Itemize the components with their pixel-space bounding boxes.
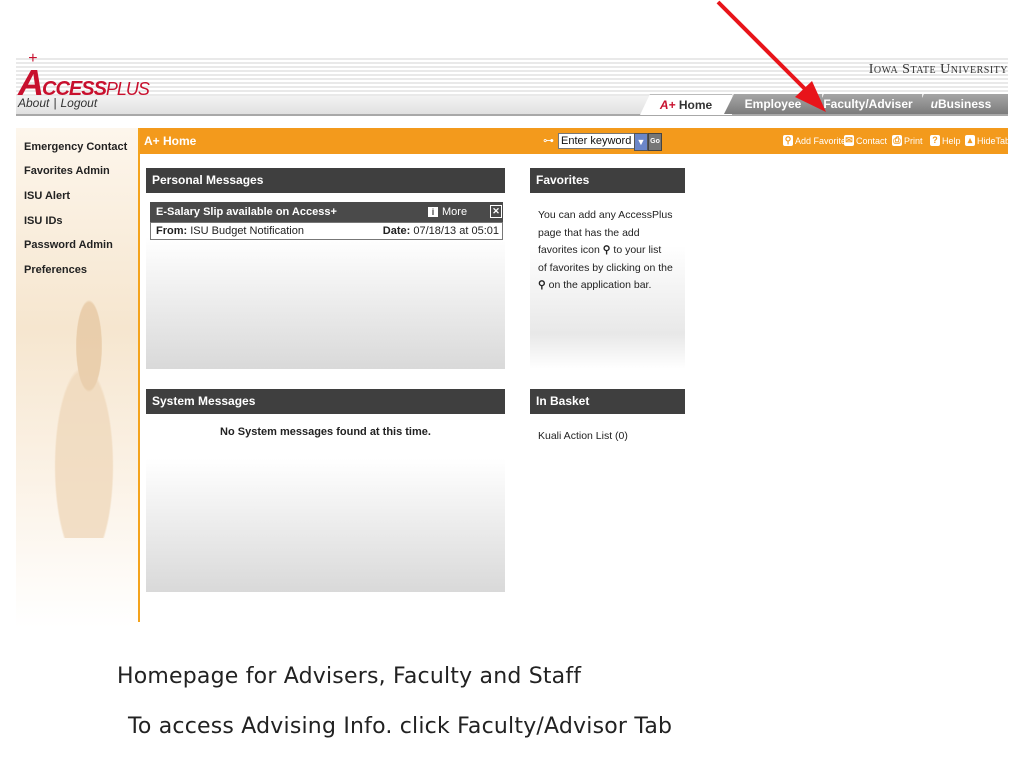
annotation-arrow-icon [716,0,826,112]
